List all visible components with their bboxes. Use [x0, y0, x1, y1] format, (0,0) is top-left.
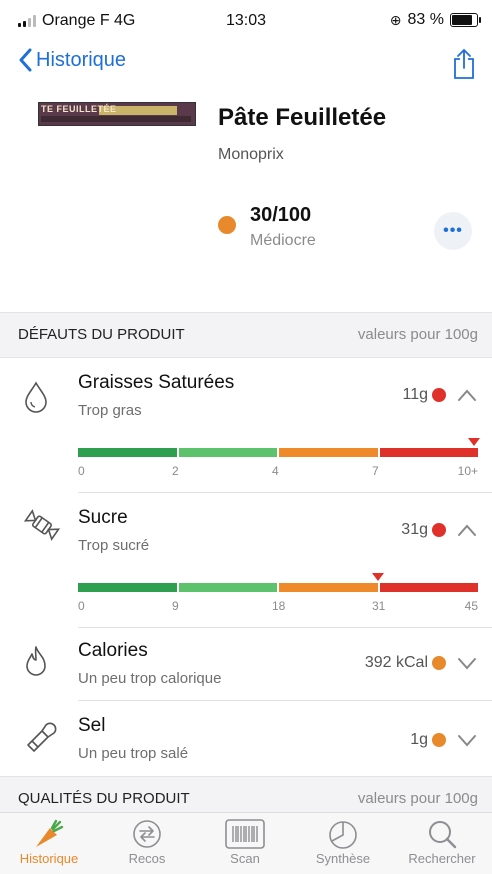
drop-icon [25, 381, 47, 413]
chevron-up-icon[interactable] [456, 387, 478, 403]
defect-row-calories[interactable]: Calories Un peu trop calorique 392 kCal [0, 628, 492, 700]
scale-segment [279, 448, 378, 457]
defect-value: 31g [401, 521, 428, 538]
sugar-scale [78, 573, 478, 592]
chevron-up-icon[interactable] [456, 522, 478, 538]
defect-value: 392 kCal [364, 654, 428, 671]
defect-title: Calories [78, 640, 148, 661]
scale-segment [178, 583, 277, 592]
chevron-left-icon [19, 48, 32, 72]
product-thumbnail: TE FEUILLETÉE [38, 102, 196, 126]
score-dot-icon [218, 216, 236, 234]
pie-chart-icon [329, 821, 357, 849]
carrot-icon [36, 819, 64, 847]
more-options-button[interactable]: ••• [434, 212, 472, 250]
defect-value: 1g [410, 731, 428, 748]
product-score: 30/100 [250, 204, 312, 226]
tab-bar: Historique Recos Scan Synthèse Recherche… [0, 812, 492, 874]
scale-segment [78, 448, 177, 457]
scale-tick-label: 9 [172, 599, 179, 613]
scale-tick-label: 4 [272, 464, 279, 478]
scale-tick-label: 10+ [457, 464, 478, 478]
sugar-scale-ticks: 0 9 18 31 45 [78, 599, 478, 615]
thumbnail-text: TE FEUILLETÉE [41, 104, 117, 114]
flame-icon [26, 646, 46, 676]
product-header: TE FEUILLETÉE Pâte Feuilletée Monoprix 3… [0, 96, 492, 312]
tab-label: Rechercher [408, 851, 476, 866]
scale-segment [178, 448, 277, 457]
defects-section-header: DÉFAUTS DU PRODUIT valeurs pour 100g [0, 312, 492, 358]
chevron-down-icon[interactable] [456, 732, 478, 748]
defect-row-salt[interactable]: Sel Un peu trop salé 1g [0, 701, 492, 775]
defect-value: 11g [402, 386, 428, 403]
scale-tick-label: 18 [272, 599, 286, 613]
barcode-icon [225, 819, 265, 849]
recommendations-icon [133, 820, 161, 848]
defect-subtitle: Un peu trop salé [78, 745, 189, 762]
chevron-down-icon[interactable] [456, 655, 478, 671]
share-button[interactable] [452, 48, 476, 85]
defect-subtitle: Trop gras [78, 402, 142, 419]
candy-icon [23, 509, 61, 541]
defects-title: DÉFAUTS DU PRODUIT [18, 326, 185, 343]
tab-historique[interactable]: Historique [0, 817, 98, 866]
defect-subtitle: Trop sucré [78, 537, 150, 554]
tab-recos[interactable]: Recos [98, 817, 196, 866]
tab-label: Scan [230, 851, 260, 866]
back-label: Historique [36, 48, 127, 71]
salt-shaker-icon [27, 722, 57, 752]
scale-tick-label: 2 [172, 464, 179, 478]
tab-rechercher[interactable]: Rechercher [392, 817, 492, 866]
search-icon [429, 821, 457, 849]
defects-per-unit: valeurs pour 100g [357, 326, 478, 343]
value-marker-icon [468, 438, 480, 446]
product-brand: Monoprix [218, 146, 284, 163]
scale-segment [78, 583, 177, 592]
scale-tick-label: 7 [372, 464, 379, 478]
level-dot-icon [432, 656, 446, 670]
saturated-fat-scale-ticks: 0 2 4 7 10+ [78, 464, 478, 480]
scale-tick-label: 0 [78, 464, 85, 478]
back-button[interactable]: Historique [18, 48, 126, 72]
tab-label: Synthèse [315, 851, 371, 866]
defect-subtitle: Un peu trop calorique [78, 670, 222, 687]
tab-scan[interactable]: Scan [196, 817, 294, 866]
tab-label: Recos [128, 851, 166, 866]
battery-info: ⊕ 83 % [389, 11, 481, 29]
tab-label: Historique [19, 851, 79, 866]
status-bar: Orange F 4G 13:03 ⊕ 83 % [0, 0, 492, 40]
scale-tick-label: 31 [372, 599, 386, 613]
rotation-lock-icon: ⊕ [389, 11, 402, 28]
defect-row-sugar[interactable]: Sucre Trop sucré 31g 0 9 18 31 45 [0, 493, 492, 627]
qualities-per-unit: valeurs pour 100g [357, 790, 478, 807]
share-icon [454, 48, 474, 79]
level-dot-icon [432, 523, 446, 537]
defect-title: Sucre [78, 507, 128, 528]
defect-title: Sel [78, 715, 106, 736]
saturated-fat-scale [78, 438, 480, 457]
battery-icon [450, 13, 481, 27]
score-label: Médiocre [250, 232, 316, 249]
defect-title: Graisses Saturées [78, 372, 235, 393]
scale-segment [379, 448, 478, 457]
value-marker-icon [372, 573, 384, 581]
scale-segment [379, 583, 478, 592]
product-name: Pâte Feuilletée [218, 104, 387, 131]
level-dot-icon [432, 388, 446, 402]
scale-tick-label: 45 [464, 599, 478, 613]
defect-row-saturated-fat[interactable]: Graisses Saturées Trop gras 11g 0 2 4 7 10+ [0, 358, 492, 492]
navigation-bar: Historique [0, 40, 492, 88]
scale-segment [279, 583, 378, 592]
qualities-title: QUALITÉS DU PRODUIT [18, 790, 190, 807]
level-dot-icon [432, 733, 446, 747]
scale-tick-label: 0 [78, 599, 85, 613]
battery-percent: 83 % [407, 11, 444, 28]
tab-synthese[interactable]: Synthèse [294, 817, 392, 866]
